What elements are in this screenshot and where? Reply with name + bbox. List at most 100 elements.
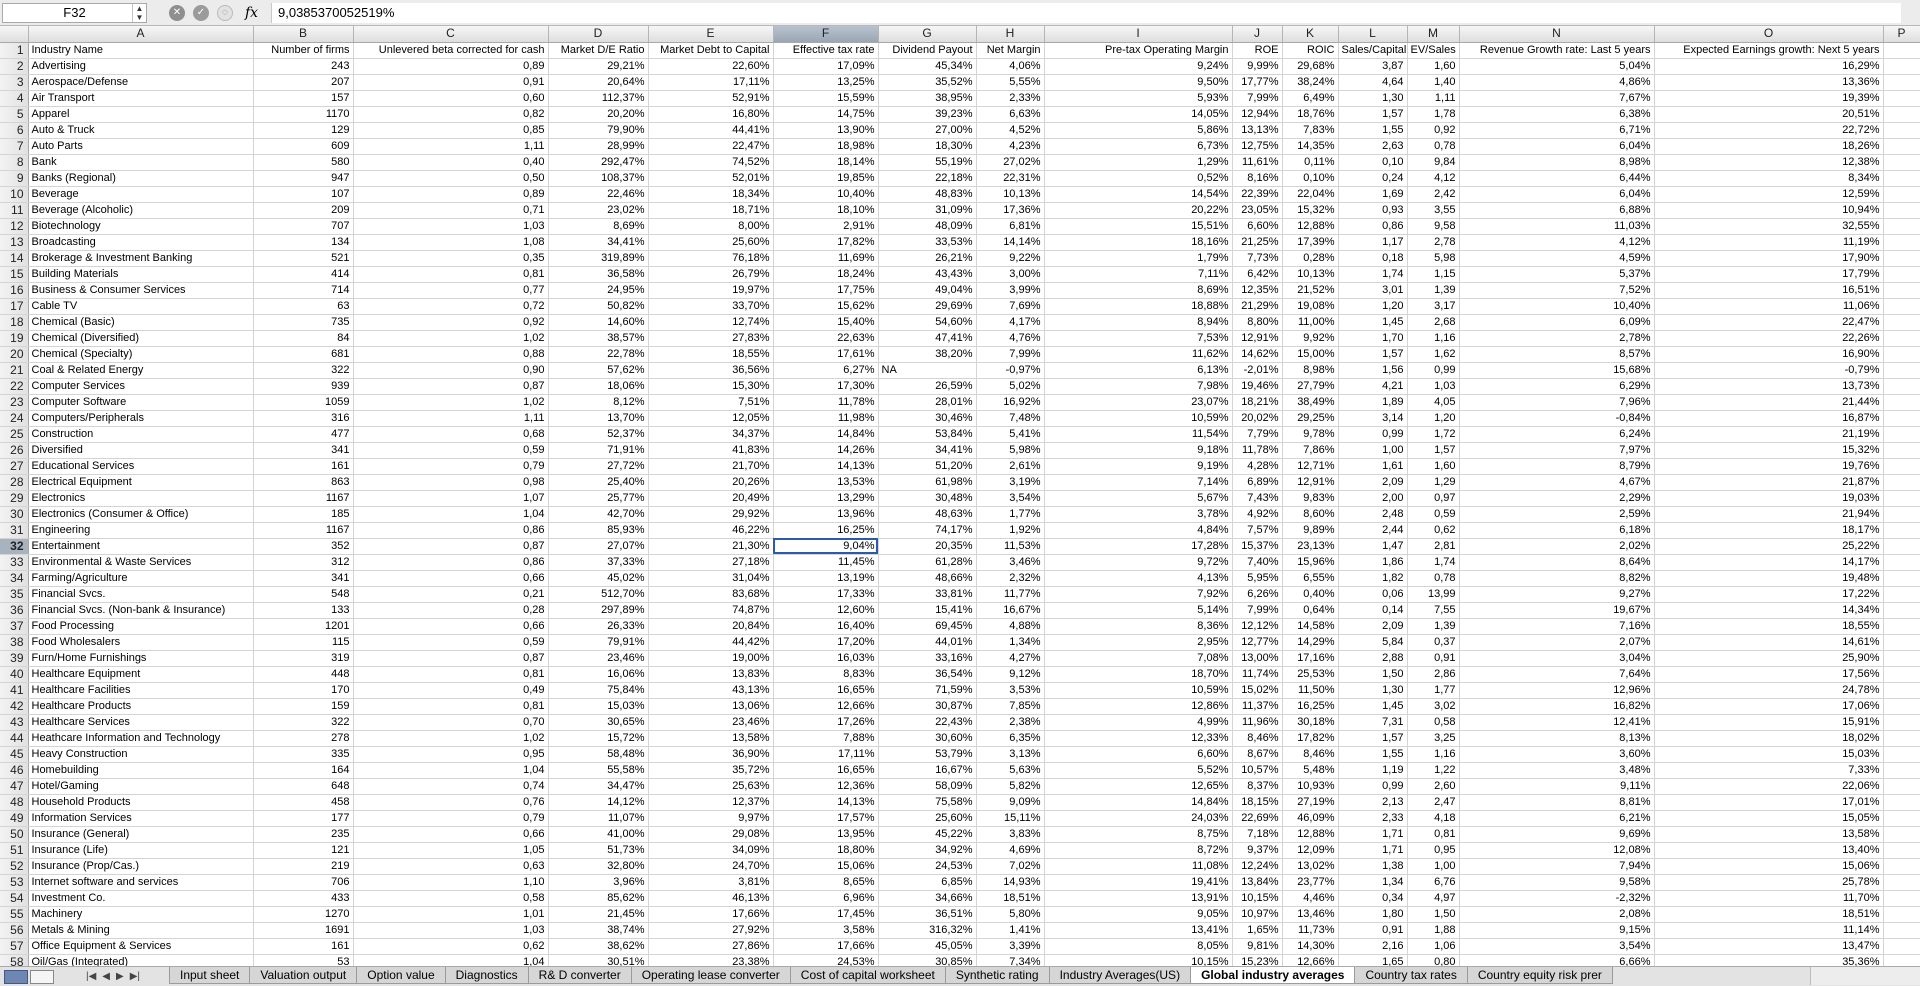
cell[interactable]: 19,03%	[1654, 490, 1884, 507]
confirm-edit-icon[interactable]: ✓	[193, 4, 209, 21]
cell[interactable]: 12,08%	[1459, 842, 1655, 859]
cell[interactable]: 2,00	[1338, 490, 1408, 507]
row-header[interactable]: 16	[0, 282, 29, 299]
cell[interactable]: 45,34%	[878, 58, 977, 75]
cell[interactable]: 0,87	[353, 650, 549, 667]
cell[interactable]: 75,58%	[878, 794, 977, 811]
cell[interactable]: 5,86%	[1044, 122, 1233, 139]
cell[interactable]: 6,49%	[1282, 90, 1339, 107]
cell[interactable]: 27,19%	[1282, 794, 1339, 811]
cell[interactable]	[1883, 234, 1920, 251]
row-header[interactable]: 38	[0, 634, 29, 651]
cell[interactable]: 13,47%	[1654, 938, 1884, 955]
cell[interactable]	[1883, 314, 1920, 331]
column-header[interactable]: B	[253, 26, 354, 43]
cell[interactable]: 8,69%	[1044, 282, 1233, 299]
cell[interactable]: 609	[253, 138, 354, 155]
cell[interactable]: Chemical (Basic)	[28, 314, 254, 331]
cell[interactable]: 11,73%	[1282, 922, 1339, 939]
cell[interactable]: 10,13%	[1282, 266, 1339, 283]
cell[interactable]: 947	[253, 170, 354, 187]
cell[interactable]: 0,79	[353, 810, 549, 827]
cell[interactable]: 0,99	[1407, 362, 1460, 379]
cell[interactable]: 6,60%	[1232, 218, 1283, 235]
cell[interactable]: Brokerage & Investment Banking	[28, 250, 254, 267]
cell[interactable]: 107	[253, 186, 354, 203]
cell[interactable]: 11,37%	[1232, 698, 1283, 715]
cell[interactable]: 18,21%	[1232, 394, 1283, 411]
cell[interactable]: 5,95%	[1232, 570, 1283, 587]
cell[interactable]: Building Materials	[28, 266, 254, 283]
cell[interactable]: 12,60%	[773, 602, 879, 619]
cell[interactable]: 30,65%	[548, 714, 649, 731]
cell[interactable]: 13,96%	[773, 506, 879, 523]
cell[interactable]: 14,13%	[773, 794, 879, 811]
cell[interactable]: 13,29%	[773, 490, 879, 507]
cell[interactable]: 34,41%	[548, 234, 649, 251]
cell[interactable]: 69,45%	[878, 618, 977, 635]
column-header[interactable]: C	[353, 26, 549, 43]
cell[interactable]: 8,36%	[1044, 618, 1233, 635]
cell[interactable]: 1,69	[1338, 186, 1408, 203]
cell[interactable]: 35,72%	[648, 762, 774, 779]
cell[interactable]: 17,11%	[648, 74, 774, 91]
cell[interactable]: Air Transport	[28, 90, 254, 107]
cell[interactable]: 7,73%	[1232, 250, 1283, 267]
cell[interactable]: 3,00%	[976, 266, 1045, 283]
cell[interactable]: 0,87	[353, 538, 549, 555]
cell[interactable]: 14,35%	[1282, 138, 1339, 155]
cell[interactable]: 0,81	[353, 666, 549, 683]
cell[interactable]: 5,98	[1407, 250, 1460, 267]
cell[interactable]: 18,70%	[1044, 666, 1233, 683]
cell[interactable]	[1883, 394, 1920, 411]
cell[interactable]: 1,47	[1338, 538, 1408, 555]
row-header[interactable]: 25	[0, 426, 29, 443]
cell[interactable]	[1883, 938, 1920, 955]
row-header[interactable]: 8	[0, 154, 29, 171]
cell[interactable]: 16,65%	[773, 682, 879, 699]
cell[interactable]: 16,51%	[1654, 282, 1884, 299]
cell[interactable]: 4,21	[1338, 378, 1408, 395]
cell[interactable]: 0,77	[353, 282, 549, 299]
cell[interactable]: 18,14%	[773, 154, 879, 171]
cell[interactable]: 17,82%	[1282, 730, 1339, 747]
cell[interactable]: 17,30%	[773, 378, 879, 395]
cell[interactable]: 1,00	[1407, 858, 1460, 875]
cell[interactable]: 0,91	[353, 74, 549, 91]
cell[interactable]: 7,96%	[1459, 394, 1655, 411]
cell[interactable]: 0,97	[1407, 490, 1460, 507]
cell[interactable]: 521	[253, 250, 354, 267]
cell[interactable]: 12,33%	[1044, 730, 1233, 747]
column-header[interactable]: L	[1338, 26, 1408, 43]
cell[interactable]: 1,82	[1338, 570, 1408, 587]
cell[interactable]: 17,28%	[1044, 538, 1233, 555]
cell[interactable]: 36,90%	[648, 746, 774, 763]
cell[interactable]	[1883, 170, 1920, 187]
cell[interactable]: 2,38%	[976, 714, 1045, 731]
cell[interactable]: 36,51%	[878, 906, 977, 923]
cell[interactable]: Expected Earnings growth: Next 5 years	[1654, 42, 1884, 59]
cell[interactable]: 15,03%	[1654, 746, 1884, 763]
cell[interactable]: 1,04	[353, 506, 549, 523]
cell[interactable]: 38,62%	[548, 938, 649, 955]
cell[interactable]: 0,37	[1407, 634, 1460, 651]
cell[interactable]: 7,34%	[976, 954, 1045, 966]
cell[interactable]: 30,51%	[548, 954, 649, 966]
cell[interactable]: Sales/Capital	[1338, 42, 1408, 59]
row-header[interactable]: 48	[0, 794, 29, 811]
column-header[interactable]: G	[878, 26, 977, 43]
cell[interactable]: 14,26%	[773, 442, 879, 459]
cell[interactable]	[1883, 522, 1920, 539]
cell[interactable]: 18,88%	[1044, 298, 1233, 315]
row-header[interactable]: 20	[0, 346, 29, 363]
cell[interactable]: 13,36%	[1654, 74, 1884, 91]
cell[interactable]: 3,54%	[976, 490, 1045, 507]
cell[interactable]: 34,09%	[648, 842, 774, 859]
cell[interactable]: 21,45%	[548, 906, 649, 923]
cell[interactable]: Broadcasting	[28, 234, 254, 251]
cell[interactable]: 20,49%	[648, 490, 774, 507]
cell[interactable]: 157	[253, 90, 354, 107]
cell[interactable]: 4,69%	[976, 842, 1045, 859]
cell[interactable]: 22,69%	[1232, 810, 1283, 827]
cell[interactable]: 1,10	[353, 874, 549, 891]
